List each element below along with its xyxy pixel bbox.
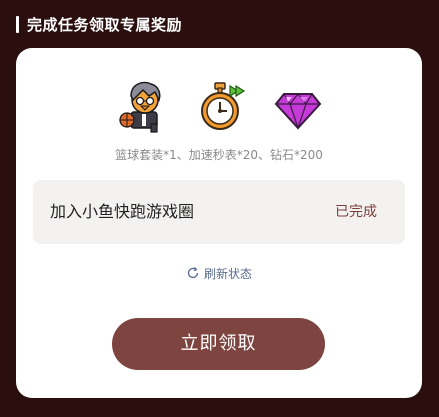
refresh-icon xyxy=(186,266,200,280)
diamond-icon xyxy=(270,78,326,134)
reward-summary: 篮球套装*1、加速秒表*20、钻石*200 xyxy=(115,148,323,162)
task-name: 加入小鱼快跑游戏圈 xyxy=(50,202,195,221)
section-header: 完成任务领取专属奖励 xyxy=(16,14,182,34)
refresh-status-button[interactable]: 刷新状态 xyxy=(16,264,422,282)
section-title: 完成任务领取专属奖励 xyxy=(27,15,183,34)
task-status: 已完成 xyxy=(335,204,377,220)
refresh-label: 刷新状态 xyxy=(203,266,252,281)
header-accent-bar xyxy=(16,15,19,33)
basketball-suit-icon xyxy=(117,78,173,134)
claim-now-button[interactable]: 立即领取 xyxy=(112,318,325,370)
reward-icons xyxy=(16,78,422,134)
stopwatch-icon xyxy=(192,78,248,134)
reward-card: 篮球套装*1、加速秒表*20、钻石*200 加入小鱼快跑游戏圈 已完成 刷新状态… xyxy=(16,48,422,398)
task-row: 加入小鱼快跑游戏圈 已完成 xyxy=(33,180,405,244)
